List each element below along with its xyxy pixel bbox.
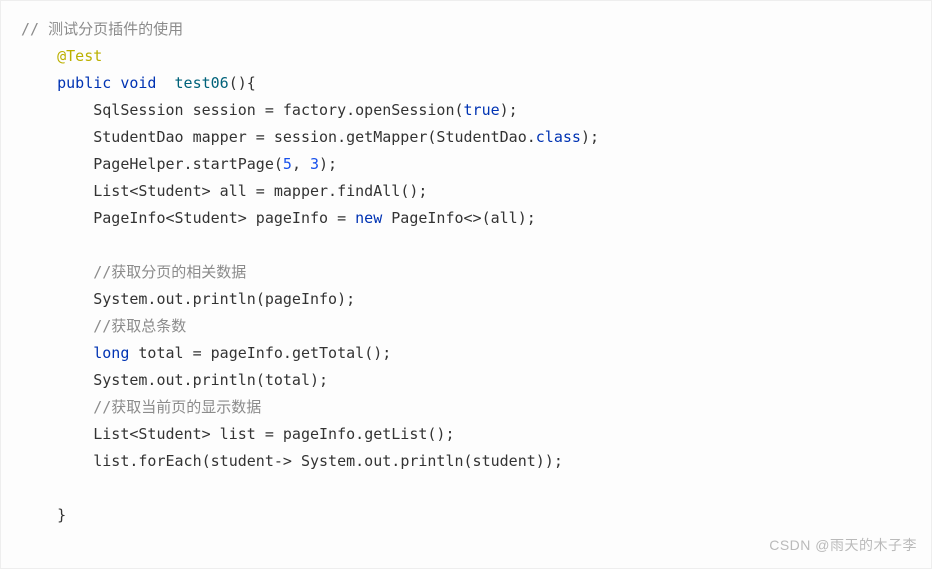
code-text: ); xyxy=(581,128,599,146)
code-text: ); xyxy=(319,155,337,173)
method-call: println xyxy=(400,452,463,470)
method-call: getList xyxy=(364,425,427,443)
method-call: startPage xyxy=(193,155,274,173)
method-call: println xyxy=(193,290,256,308)
code-block: // 测试分页插件的使用 @Test public void test06(){… xyxy=(0,0,932,569)
comment-line: //获取总条数 xyxy=(93,317,186,335)
method-call: println xyxy=(193,371,256,389)
code-text: ( xyxy=(274,155,283,173)
code-text: (StudentDao. xyxy=(427,128,535,146)
code-text: SqlSession session = factory. xyxy=(93,101,355,119)
number-literal: 3 xyxy=(310,155,319,173)
code-text: List<Student> all = mapper. xyxy=(93,182,337,200)
method-name: test06 xyxy=(175,74,229,92)
code-text: (pageInfo); xyxy=(256,290,355,308)
code-text: list. xyxy=(93,452,138,470)
comment-line: //获取分页的相关数据 xyxy=(93,263,246,281)
comment-line: // 测试分页插件的使用 xyxy=(21,20,183,38)
keyword-void: void xyxy=(120,74,156,92)
keyword-true: true xyxy=(464,101,500,119)
code-text: List<Student> list = pageInfo. xyxy=(93,425,364,443)
code-content: // 测试分页插件的使用 @Test public void test06(){… xyxy=(21,16,911,529)
code-text: (); xyxy=(427,425,454,443)
code-text: PageHelper. xyxy=(93,155,192,173)
method-call: findAll xyxy=(337,182,400,200)
comment-line: //获取当前页的显示数据 xyxy=(93,398,261,416)
code-text: PageInfo<Student> pageInfo = xyxy=(93,209,355,227)
code-text: total = pageInfo. xyxy=(129,344,292,362)
code-text: (total); xyxy=(256,371,328,389)
code-text: System.out. xyxy=(93,290,192,308)
keyword-public: public xyxy=(57,74,111,92)
code-text: StudentDao mapper = session. xyxy=(93,128,346,146)
code-text: ( xyxy=(455,101,464,119)
code-text: PageInfo<>(all); xyxy=(382,209,536,227)
annotation-test: @Test xyxy=(57,47,102,65)
brace-close: } xyxy=(57,506,66,524)
watermark-text: CSDN @雨天的木子李 xyxy=(769,533,917,558)
code-text: ); xyxy=(500,101,518,119)
method-call: forEach xyxy=(138,452,201,470)
keyword-long: long xyxy=(93,344,129,362)
code-text: (); xyxy=(364,344,391,362)
code-text: , xyxy=(292,155,310,173)
method-call: getTotal xyxy=(292,344,364,362)
method-call: getMapper xyxy=(346,128,427,146)
code-text: (student-> System.out. xyxy=(202,452,401,470)
number-literal: 5 xyxy=(283,155,292,173)
code-text: (student)); xyxy=(464,452,563,470)
paren-open: (){ xyxy=(229,74,256,92)
code-text: System.out. xyxy=(93,371,192,389)
keyword-class: class xyxy=(536,128,581,146)
code-text: (); xyxy=(400,182,427,200)
keyword-new: new xyxy=(355,209,382,227)
method-call: openSession xyxy=(355,101,454,119)
